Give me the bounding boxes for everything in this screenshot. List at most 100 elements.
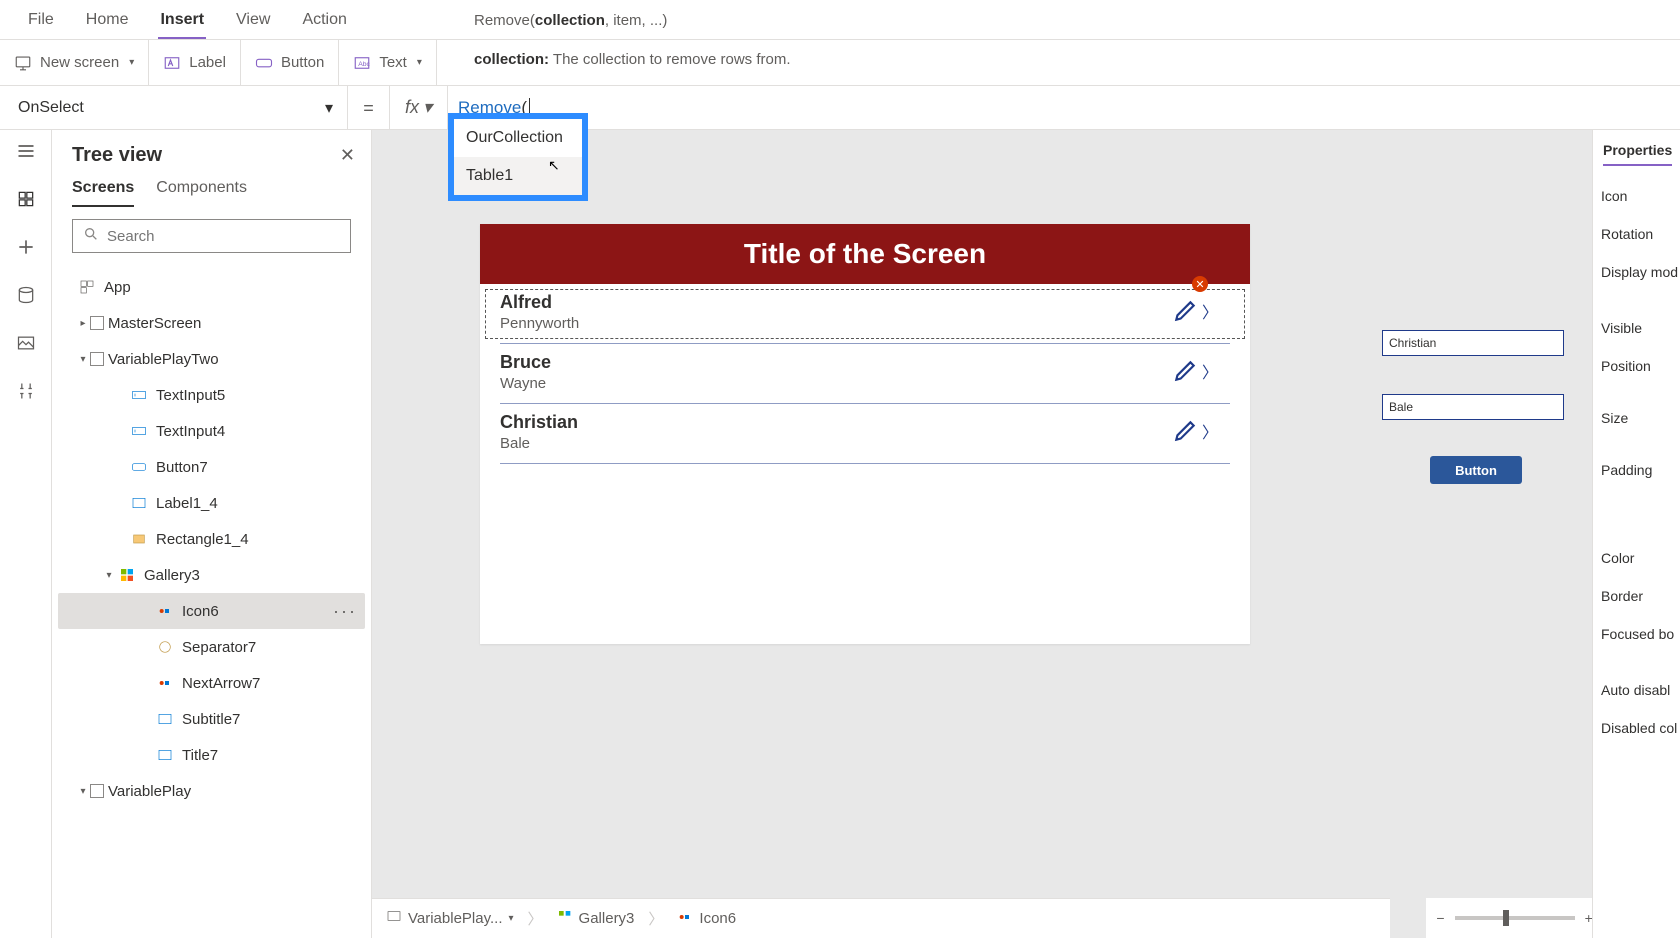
- zoom-out-button[interactable]: −: [1436, 910, 1444, 926]
- tree-view-icon[interactable]: [15, 188, 37, 210]
- tree-node-icon6[interactable]: Icon6···: [58, 593, 365, 629]
- text-icon: Abc: [353, 54, 371, 72]
- tree-node-separator7[interactable]: Separator7: [58, 629, 365, 665]
- tree-node-title7[interactable]: Title7: [58, 737, 365, 773]
- tree-node-subtitle7[interactable]: Subtitle7: [58, 701, 365, 737]
- equals-label: =: [348, 86, 390, 130]
- prop-label: Icon: [1601, 188, 1672, 204]
- autocomplete-popup: OurCollection Table1: [448, 113, 588, 201]
- prop-label: Color: [1601, 550, 1672, 566]
- menu-file[interactable]: File: [28, 11, 54, 29]
- svg-text:Abc: Abc: [359, 61, 371, 68]
- new-screen-button[interactable]: New screen ▾: [0, 40, 149, 85]
- close-icon[interactable]: ✕: [340, 145, 355, 166]
- breadcrumb-item[interactable]: Gallery3: [557, 909, 635, 929]
- button-icon: [255, 54, 273, 72]
- app-icon: [76, 279, 98, 295]
- tree-node-app[interactable]: App: [58, 269, 365, 305]
- menu-home[interactable]: Home: [86, 11, 129, 29]
- search-field[interactable]: [107, 228, 340, 245]
- plus-icon[interactable]: [15, 236, 37, 258]
- tree-node-label14[interactable]: Label1_4: [58, 485, 365, 521]
- textinput-a[interactable]: [1382, 330, 1564, 356]
- screen-icon: [90, 784, 104, 798]
- menu-insert[interactable]: Insert: [160, 11, 204, 29]
- insert-button-text: Button: [281, 54, 324, 71]
- chevron-down-icon: ▾: [76, 354, 90, 365]
- tree-node-variableplay[interactable]: ▾VariablePlay: [58, 773, 365, 809]
- chevron-right-icon[interactable]: 〉: [1202, 359, 1218, 383]
- tree-node-gallery3[interactable]: ▾Gallery3: [58, 557, 365, 593]
- tab-properties[interactable]: Properties: [1603, 142, 1672, 166]
- formula-input[interactable]: Remove(: [448, 86, 1680, 130]
- menu-view[interactable]: View: [236, 11, 270, 29]
- autocomplete-item[interactable]: OurCollection: [454, 119, 582, 157]
- breadcrumb-sep: 〉: [528, 908, 543, 929]
- insert-label-button[interactable]: Label: [149, 40, 241, 85]
- prop-label: Display mod: [1601, 264, 1672, 280]
- tree-node-textinput5[interactable]: TextInput5: [58, 377, 365, 413]
- row-lastname: Bale: [500, 435, 1230, 452]
- data-icon[interactable]: [15, 284, 37, 306]
- insert-text-button[interactable]: Abc Text ▾: [339, 40, 437, 85]
- breadcrumb-sep: 〉: [648, 908, 663, 929]
- property-name: OnSelect: [18, 99, 84, 117]
- fx-button[interactable]: fx ▾: [390, 86, 448, 130]
- tree-view-title: Tree view: [72, 144, 162, 167]
- label-icon: [154, 711, 176, 727]
- insert-button-button[interactable]: Button: [241, 40, 339, 85]
- icon-control-icon: [154, 675, 176, 691]
- tab-screens[interactable]: Screens: [72, 179, 134, 207]
- canvas[interactable]: Title of the Screen ✕ Alfred Pennyworth …: [372, 130, 1680, 938]
- tree-list: App ▸MasterScreen ▾VariablePlayTwo TextI…: [52, 265, 371, 938]
- prop-label: Size: [1601, 410, 1672, 426]
- gallery-icon: [557, 909, 573, 929]
- hamburger-icon[interactable]: [15, 140, 37, 162]
- screen-icon: [90, 352, 104, 366]
- tab-components[interactable]: Components: [156, 179, 247, 207]
- edit-icon[interactable]: [1172, 358, 1198, 384]
- tree-node-textinput4[interactable]: TextInput4: [58, 413, 365, 449]
- tree-node-variableplaytwo[interactable]: ▾VariablePlayTwo: [58, 341, 365, 377]
- chevron-down-icon: ▾: [325, 98, 333, 118]
- gallery: ✕ Alfred Pennyworth 〉 Bruce Wayne 〉 Chri…: [480, 284, 1250, 464]
- icon-control-icon: [677, 909, 693, 929]
- gallery-row[interactable]: Bruce Wayne 〉: [480, 344, 1250, 404]
- tree-node-masterscreen[interactable]: ▸MasterScreen: [58, 305, 365, 341]
- prop-label: Visible: [1601, 320, 1672, 336]
- gallery-row[interactable]: Christian Bale 〉: [480, 404, 1250, 464]
- edit-icon[interactable]: [1172, 418, 1198, 444]
- tree-node-rectangle14[interactable]: Rectangle1_4: [58, 521, 365, 557]
- property-selector[interactable]: OnSelect ▾: [0, 86, 348, 130]
- screen-icon: [386, 909, 402, 929]
- more-icon[interactable]: ···: [333, 601, 357, 622]
- left-rail: [0, 130, 52, 938]
- gallery-row[interactable]: ✕ Alfred Pennyworth 〉: [480, 284, 1250, 344]
- menu-bar: File Home Insert View Action: [0, 0, 1680, 40]
- search-input[interactable]: [72, 219, 351, 253]
- canvas-button[interactable]: Button: [1430, 456, 1522, 484]
- autocomplete-item[interactable]: Table1: [454, 157, 582, 195]
- zoom-slider[interactable]: [1455, 916, 1575, 920]
- gallery-icon: [116, 567, 138, 583]
- textinput-b[interactable]: [1382, 394, 1564, 420]
- chevron-right-icon[interactable]: 〉: [1202, 419, 1218, 443]
- tree-node-button7[interactable]: Button7: [58, 449, 365, 485]
- tree-node-nextarrow7[interactable]: NextArrow7: [58, 665, 365, 701]
- breadcrumb-item[interactable]: VariablePlay... ▾: [386, 909, 514, 929]
- screen-icon: [14, 54, 32, 72]
- chevron-down-icon: ▾: [423, 97, 432, 118]
- row-firstname: Bruce: [500, 352, 1230, 373]
- row-firstname: Alfred: [500, 292, 1230, 313]
- tools-icon[interactable]: [15, 380, 37, 402]
- rectangle-icon: [128, 531, 150, 547]
- breadcrumb: VariablePlay... ▾ 〉 Gallery3 〉 Icon6: [372, 898, 1390, 938]
- menu-action[interactable]: Action: [302, 11, 346, 29]
- breadcrumb-item[interactable]: Icon6: [677, 909, 736, 929]
- chevron-right-icon[interactable]: 〉: [1202, 299, 1218, 323]
- row-lastname: Pennyworth: [500, 315, 1230, 332]
- media-icon[interactable]: [15, 332, 37, 354]
- tree-view-panel: Tree view ✕ Screens Components App ▸Mast…: [52, 130, 372, 938]
- prop-label: Rotation: [1601, 226, 1672, 242]
- edit-icon[interactable]: [1172, 298, 1198, 324]
